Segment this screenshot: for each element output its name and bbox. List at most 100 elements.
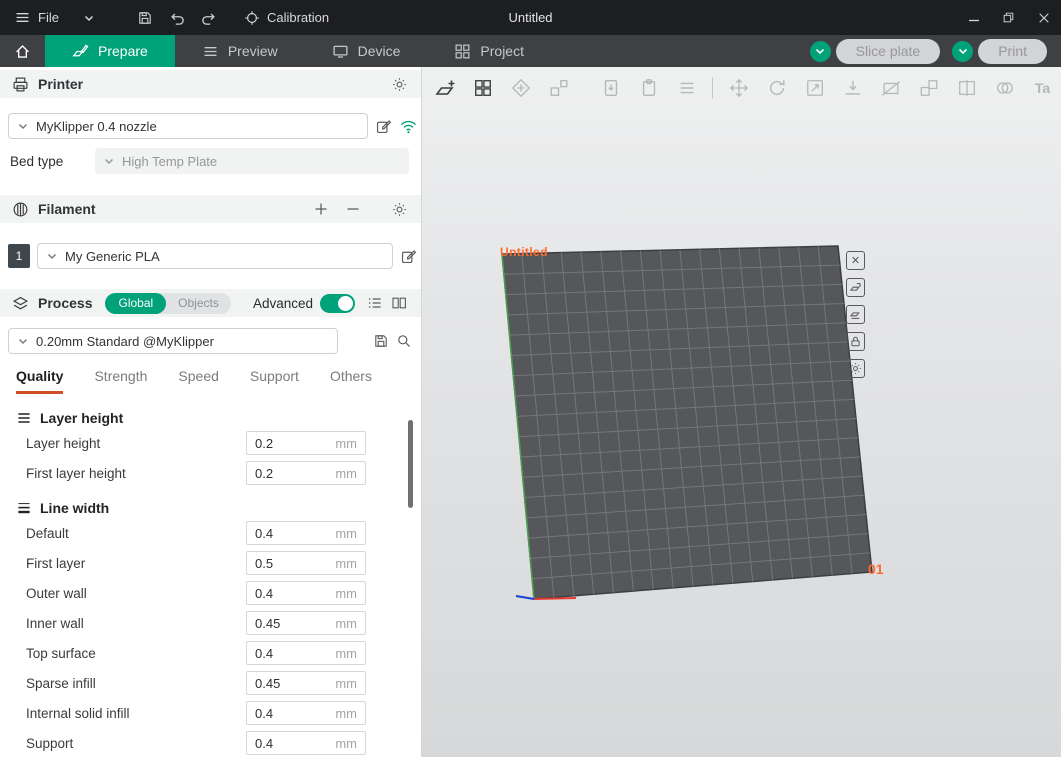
wifi-connection-icon[interactable]: [399, 118, 418, 134]
bed-type-dropdown[interactable]: High Temp Plate: [95, 148, 409, 174]
tab-speed[interactable]: Speed: [178, 368, 218, 391]
process-preset-combobox[interactable]: 0.20mm Standard @MyKlipper: [8, 328, 338, 354]
filament-settings-gear-icon[interactable]: [392, 202, 407, 217]
setting-value-input[interactable]: 0.45mm: [246, 671, 366, 695]
arrange-plates-icon[interactable]: [470, 75, 495, 100]
scope-global-button[interactable]: Global: [105, 293, 166, 314]
setting-row-default: Default 0.4mm: [26, 518, 366, 548]
print-options-dropdown[interactable]: [952, 41, 973, 62]
chevron-down-icon: [104, 157, 114, 165]
cut-icon[interactable]: [878, 75, 903, 100]
setting-value-input[interactable]: 0.4mm: [246, 581, 366, 605]
maximize-button[interactable]: [991, 0, 1026, 35]
save-preset-icon[interactable]: [373, 333, 389, 349]
edit-printer-preset-icon[interactable]: [375, 118, 392, 135]
tab-project[interactable]: Project: [427, 35, 551, 67]
plate-settings-gear-icon[interactable]: [846, 359, 865, 378]
calibration-button[interactable]: Calibration: [244, 10, 329, 26]
split-parts-icon[interactable]: [954, 75, 979, 100]
filament-preset-row: 1 My Generic PLA: [8, 243, 417, 269]
plate-action-buttons: ✕: [846, 251, 865, 378]
setting-value-input[interactable]: 0.5mm: [246, 551, 366, 575]
tab-prepare[interactable]: Prepare: [45, 35, 175, 67]
tab-device[interactable]: Device: [305, 35, 428, 67]
tab-label: Device: [358, 43, 401, 59]
bed-type-row: Bed type High Temp Plate: [8, 148, 409, 174]
assembly-view-icon[interactable]: [674, 75, 699, 100]
sidebar-scrollbar-thumb[interactable]: [408, 420, 413, 508]
process-category-tabs: Quality Strength Speed Support Others: [16, 368, 411, 398]
plate-name-label[interactable]: Untitled: [500, 245, 548, 259]
group-title: Line width: [40, 500, 109, 516]
tab-support[interactable]: Support: [250, 368, 299, 391]
split-objects-icon[interactable]: [916, 75, 941, 100]
orient-icon[interactable]: [508, 75, 533, 100]
tab-others[interactable]: Others: [330, 368, 372, 391]
slice-plate-button[interactable]: Slice plate: [836, 39, 941, 64]
project-icon: [454, 43, 471, 60]
arrange-objects-icon[interactable]: [546, 75, 571, 100]
text-tool-icon[interactable]: Ta: [1030, 75, 1055, 100]
remove-filament-icon[interactable]: [346, 202, 360, 216]
move-icon[interactable]: [726, 75, 751, 100]
prepare-icon: [72, 43, 89, 60]
slice-options-dropdown[interactable]: [810, 41, 831, 62]
add-plate-icon[interactable]: [432, 75, 457, 100]
setting-value-input[interactable]: 0.2mm: [246, 431, 366, 455]
save-project-button[interactable]: [130, 5, 160, 31]
shuffle-plate-icon[interactable]: [846, 278, 865, 297]
build-plate[interactable]: [422, 67, 1061, 757]
tab-label: Preview: [228, 43, 278, 59]
filament-slot-badge[interactable]: 1: [8, 244, 30, 268]
scope-objects-button[interactable]: Objects: [166, 293, 231, 314]
paste-icon[interactable]: [636, 75, 661, 100]
compare-presets-icon[interactable]: [391, 295, 407, 311]
group-title: Layer height: [40, 410, 123, 426]
3d-viewport[interactable]: Ta Untitled 01 ✕: [422, 67, 1061, 757]
lock-plate-icon[interactable]: [846, 332, 865, 351]
setting-row-outer-wall: Outer wall 0.4mm: [26, 578, 366, 608]
setting-value-input[interactable]: 0.4mm: [246, 641, 366, 665]
printer-preset-combobox[interactable]: MyKlipper 0.4 nozzle: [8, 113, 368, 139]
tab-strength[interactable]: Strength: [94, 368, 147, 391]
file-menu[interactable]: File: [10, 5, 102, 30]
plate-list-icon[interactable]: [846, 305, 865, 324]
setting-value-input[interactable]: 0.4mm: [246, 731, 366, 755]
delete-plate-icon[interactable]: ✕: [846, 251, 865, 270]
minimize-button[interactable]: [956, 0, 991, 35]
edit-filament-preset-icon[interactable]: [400, 248, 417, 265]
preset-list-icon[interactable]: [367, 295, 383, 311]
add-filament-icon[interactable]: [314, 202, 328, 216]
flatten-icon[interactable]: [840, 75, 865, 100]
import-icon[interactable]: [598, 75, 623, 100]
print-button[interactable]: Print: [978, 39, 1047, 64]
close-button[interactable]: [1026, 0, 1061, 35]
preview-icon: [202, 43, 219, 60]
setting-label: Outer wall: [26, 586, 87, 601]
undo-button[interactable]: [162, 5, 192, 31]
filament-preset-combobox[interactable]: My Generic PLA: [37, 243, 393, 269]
tab-quality[interactable]: Quality: [16, 368, 63, 394]
printer-preset-value: MyKlipper 0.4 nozzle: [36, 119, 157, 134]
tab-label: Prepare: [98, 43, 148, 59]
search-settings-icon[interactable]: [396, 333, 412, 349]
setting-value-input[interactable]: 0.45mm: [246, 611, 366, 635]
setting-value-input[interactable]: 0.4mm: [246, 521, 366, 545]
home-button[interactable]: [0, 35, 45, 67]
chevron-down-icon: [84, 14, 94, 22]
tab-preview[interactable]: Preview: [175, 35, 305, 67]
setting-value-input[interactable]: 0.2mm: [246, 461, 366, 485]
line-width-icon: [16, 500, 32, 516]
process-section-title: Process: [38, 295, 92, 311]
redo-button[interactable]: [194, 5, 224, 31]
scale-icon[interactable]: [802, 75, 827, 100]
rotate-icon[interactable]: [764, 75, 789, 100]
printer-preset-row: MyKlipper 0.4 nozzle: [8, 113, 418, 139]
setting-row-inner-wall: Inner wall 0.45mm: [26, 608, 366, 638]
calibration-label: Calibration: [267, 10, 329, 25]
printer-settings-gear-icon[interactable]: [392, 77, 407, 92]
process-icon: [12, 295, 29, 312]
advanced-toggle[interactable]: [320, 294, 355, 313]
setting-value-input[interactable]: 0.4mm: [246, 701, 366, 725]
mesh-boolean-icon[interactable]: [992, 75, 1017, 100]
